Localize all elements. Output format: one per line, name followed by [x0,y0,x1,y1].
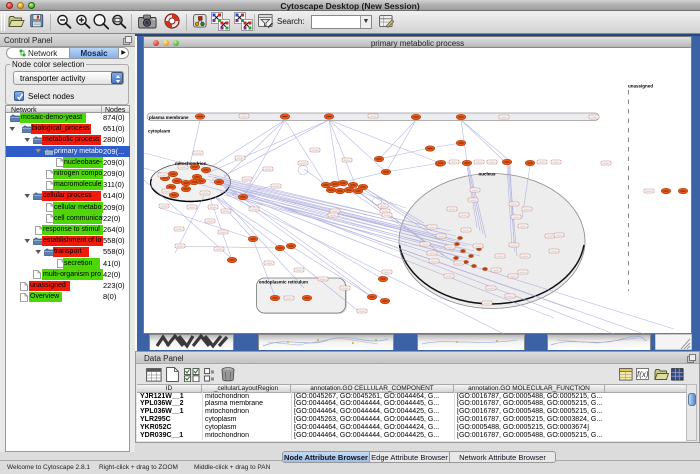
svg-text:endoplasmic reticulum: endoplasmic reticulum [259,280,308,285]
svg-text:plasma membrane: plasma membrane [149,115,189,120]
svg-text:cytoplasm: cytoplasm [148,129,170,134]
svg-text:unassigned: unassigned [628,84,653,89]
svg-text:nucleus: nucleus [478,172,496,177]
